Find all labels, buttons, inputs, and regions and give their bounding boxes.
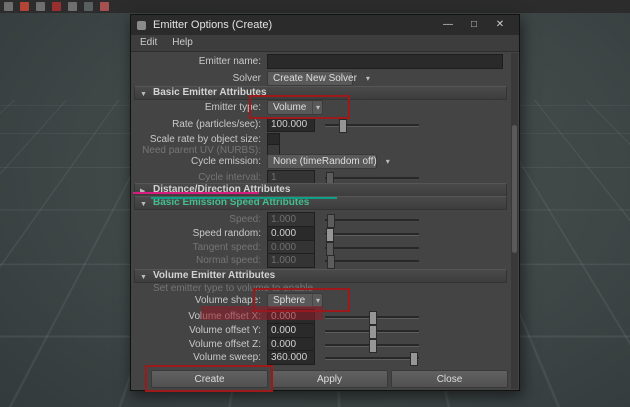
cycle-emission-label: Cycle emission: (190, 156, 261, 167)
volume-shape-dropdown[interactable]: Sphere ▾ (267, 293, 323, 308)
solver-label: Solver (232, 73, 261, 84)
cycle-emission-row: Cycle emission: None (timeRandom off) ▾ (135, 154, 505, 170)
menu-edit[interactable]: Edit (140, 35, 157, 51)
chevron-down-icon: ▾ (361, 72, 370, 85)
emitter-type-dropdown[interactable]: Volume ▾ (267, 100, 323, 115)
normal-speed-slider-handle[interactable] (327, 255, 335, 269)
dialog-title: Emitter Options (Create) (153, 19, 273, 31)
rate-slider-handle[interactable] (339, 119, 347, 133)
cycle-interval-slider[interactable] (325, 172, 419, 186)
speed-random-label: Speed random: (192, 228, 261, 239)
emitter-name-input[interactable] (267, 54, 503, 69)
normal-speed-slider[interactable] (325, 255, 419, 269)
emitter-type-label: Emitter type: (204, 102, 261, 113)
section-basic-emission-speed-attributes[interactable]: ▼ Basic Emission Speed Attributes (134, 196, 507, 210)
statusline-icon-2[interactable] (20, 2, 29, 11)
apply-button[interactable]: Apply (271, 370, 388, 388)
chevron-down-icon: ▾ (311, 294, 320, 307)
cycle-emission-dropdown[interactable]: None (timeRandom off) ▾ (267, 154, 390, 169)
section-title: Basic Emission Speed Attributes (153, 197, 310, 208)
statusline (4, 2, 109, 11)
statusline-icon-7[interactable] (100, 2, 109, 11)
statusline-icon-3[interactable] (36, 2, 45, 11)
menu-help[interactable]: Help (172, 35, 193, 51)
emitter-options-dialog: Emitter Options (Create) — □ ✕ Edit Help… (130, 14, 520, 391)
volume-offset-y-slider[interactable] (325, 325, 419, 339)
statusline-icon-1[interactable] (4, 2, 13, 11)
chevron-down-icon: ▾ (381, 155, 390, 168)
normal-speed-label: Normal speed: (195, 255, 261, 266)
section-volume-emitter-attributes[interactable]: ▼ Volume Emitter Attributes (134, 269, 507, 283)
solver-row: Solver Create New Solver ▾ (135, 71, 505, 87)
create-button[interactable]: Create (151, 370, 268, 388)
chevron-down-icon: ▾ (311, 101, 320, 114)
speed-label: Speed: (229, 214, 261, 225)
close-button[interactable]: Close (391, 370, 508, 388)
rate-label: Rate (particles/sec): (172, 119, 261, 130)
section-title: Distance/Direction Attributes (153, 184, 291, 195)
speed-random-input[interactable] (267, 226, 315, 241)
volume-offset-x-label: Volume offset X: (188, 311, 261, 322)
rate-slider[interactable] (325, 119, 419, 133)
scrollbar-thumb[interactable] (512, 125, 517, 253)
dialog-content: Emitter name: Solver Create New Solver ▾… (131, 52, 519, 390)
normal-speed-row: Normal speed: (135, 253, 505, 269)
maximize-icon[interactable]: □ (461, 15, 487, 35)
dialog-titlebar[interactable]: Emitter Options (Create) — □ ✕ (131, 15, 519, 35)
vertical-scrollbar[interactable] (511, 53, 518, 389)
volume-shape-label: Volume shape: (194, 295, 261, 306)
volume-sweep-row: Volume sweep: (135, 350, 505, 366)
minimize-icon[interactable]: — (435, 15, 461, 35)
rate-row: Rate (particles/sec): (135, 117, 505, 133)
statusline-icon-4[interactable] (52, 2, 61, 11)
rate-input[interactable] (267, 117, 315, 132)
volume-offset-x-slider[interactable] (325, 311, 419, 325)
emitter-name-label: Emitter name: (198, 56, 261, 67)
volume-shape-row: Volume shape: Sphere ▾ (135, 293, 505, 309)
section-title: Basic Emitter Attributes (153, 87, 267, 98)
volume-offset-y-input[interactable] (267, 323, 315, 338)
normal-speed-input[interactable] (267, 253, 315, 268)
speed-input[interactable] (267, 212, 315, 227)
solver-dropdown[interactable]: Create New Solver ▾ (267, 71, 370, 86)
volume-sweep-slider[interactable] (325, 352, 419, 366)
tangent-speed-slider[interactable] (325, 242, 419, 256)
section-distance-direction-attributes[interactable]: ▶ Distance/Direction Attributes (134, 183, 507, 197)
volume-offset-z-slider[interactable] (325, 339, 419, 353)
volume-sweep-input[interactable] (267, 350, 315, 365)
section-title: Volume Emitter Attributes (153, 270, 276, 281)
window-icon (137, 20, 146, 30)
volume-sweep-slider-handle[interactable] (410, 352, 418, 366)
statusline-icon-6[interactable] (84, 2, 93, 11)
section-basic-emitter-attributes[interactable]: ▼ Basic Emitter Attributes (134, 86, 507, 100)
emitter-type-row: Emitter type: Volume ▾ (135, 100, 505, 116)
speed-random-slider[interactable] (325, 228, 419, 242)
statusline-icon-5[interactable] (68, 2, 77, 11)
triangle-expanded-icon: ▼ (140, 201, 147, 208)
maya-top-bar (0, 0, 630, 13)
close-icon[interactable]: ✕ (487, 15, 513, 35)
volume-offset-x-input[interactable] (267, 309, 315, 324)
dialog-menubar: Edit Help (131, 35, 519, 52)
speed-slider[interactable] (325, 214, 419, 228)
volume-offset-y-label: Volume offset Y: (189, 325, 261, 336)
volume-sweep-label: Volume sweep: (193, 352, 261, 363)
emitter-name-row: Emitter name: (135, 54, 505, 70)
